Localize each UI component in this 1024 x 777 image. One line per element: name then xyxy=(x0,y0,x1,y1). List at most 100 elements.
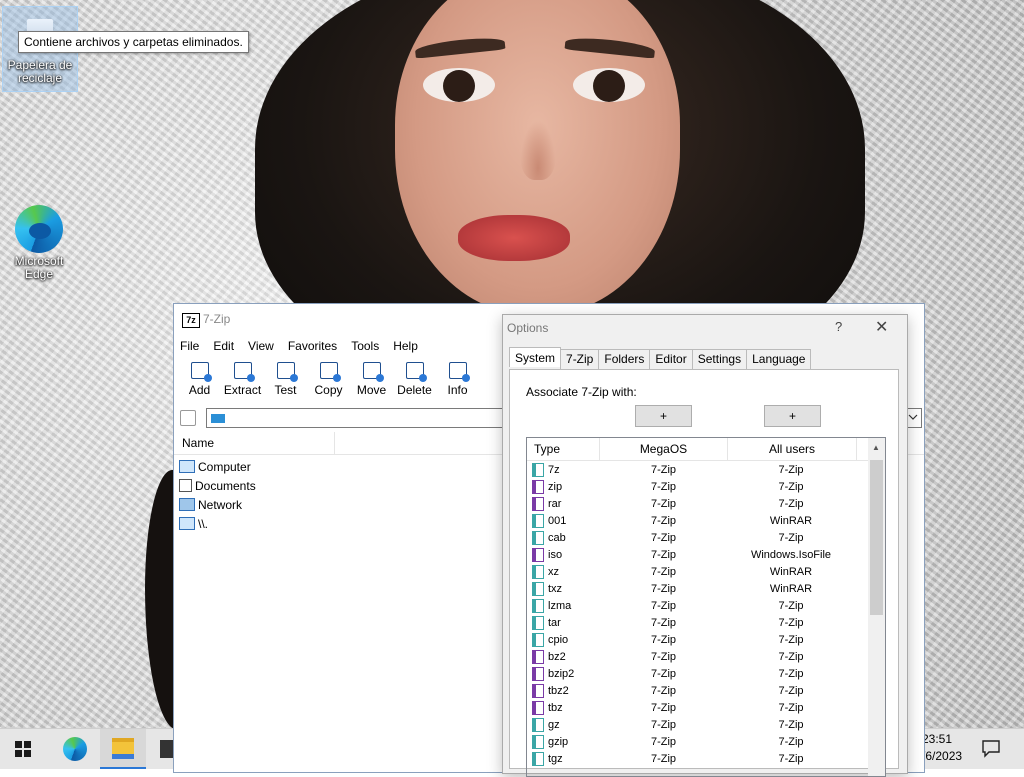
association-row[interactable]: gzip 7-Zip 7-Zip xyxy=(527,733,885,750)
add-button[interactable]: Add xyxy=(178,360,221,404)
association-row[interactable]: bz2 7-Zip 7-Zip xyxy=(527,648,885,665)
archive-file-icon xyxy=(532,581,544,596)
archive-file-icon xyxy=(532,547,544,562)
cell-all-users: 7-Zip xyxy=(778,667,804,680)
associate-all-users-button[interactable]: + xyxy=(764,405,821,427)
add-icon xyxy=(190,362,212,382)
association-row[interactable]: zip 7-Zip 7-Zip xyxy=(527,478,885,495)
header-all-users[interactable]: All users xyxy=(728,438,857,460)
association-row[interactable]: cpio 7-Zip 7-Zip xyxy=(527,631,885,648)
tab-system[interactable]: System xyxy=(509,347,562,367)
info-button[interactable]: Info xyxy=(436,360,479,404)
association-row[interactable]: tar 7-Zip 7-Zip xyxy=(527,614,885,631)
association-row[interactable]: rar 7-Zip 7-Zip xyxy=(527,495,885,512)
archive-file-icon xyxy=(532,632,544,647)
taskbar-edge-button[interactable] xyxy=(52,729,98,769)
menu-favorites[interactable]: Favorites xyxy=(281,336,344,356)
wallpaper-face xyxy=(395,0,680,315)
cell-all-users: 7-Zip xyxy=(778,616,804,629)
info-icon xyxy=(448,362,470,382)
tab-settings[interactable]: Settings xyxy=(691,349,748,369)
association-row[interactable]: gz 7-Zip 7-Zip xyxy=(527,716,885,733)
cell-all-users: 7-Zip xyxy=(778,497,804,510)
association-row[interactable]: cab 7-Zip 7-Zip xyxy=(527,529,885,546)
archive-file-icon xyxy=(532,666,544,681)
vertical-scrollbar[interactable]: ▲ xyxy=(868,438,885,776)
computer-small-icon xyxy=(211,414,225,423)
help-button[interactable]: ? xyxy=(835,319,842,334)
list-item[interactable]: Documents xyxy=(179,476,256,495)
tab-editor[interactable]: Editor xyxy=(649,349,693,369)
options-tabs: System 7-Zip Folders Editor Settings Lan… xyxy=(509,347,812,369)
cell-type: bz2 xyxy=(527,649,600,664)
tab-folders[interactable]: Folders xyxy=(598,349,651,369)
start-button[interactable] xyxy=(0,729,46,769)
list-item[interactable]: Network xyxy=(179,495,256,514)
cell-type: tgz xyxy=(527,751,600,766)
close-button[interactable]: ✕ xyxy=(875,317,888,337)
taskbar-clock[interactable]: 23:51 /6/2023 xyxy=(922,731,962,765)
list-item[interactable]: Computer xyxy=(179,457,256,476)
type-label: txz xyxy=(548,582,563,595)
association-row[interactable]: iso 7-Zip Windows.IsoFile xyxy=(527,546,885,563)
move-button[interactable]: Move xyxy=(350,360,393,404)
menu-view[interactable]: View xyxy=(241,336,281,356)
list-item[interactable]: \\. xyxy=(179,514,256,533)
test-label: Test xyxy=(274,383,297,397)
menu-file[interactable]: File xyxy=(174,336,206,356)
7zip-logo-icon: 7z xyxy=(182,313,200,328)
header-type[interactable]: Type xyxy=(527,438,600,460)
extract-button[interactable]: Extract xyxy=(221,360,264,404)
notification-button[interactable] xyxy=(980,737,1002,759)
file-list: Computer Documents Network \\. xyxy=(179,457,256,533)
clock-time: 23:51 xyxy=(922,732,953,746)
type-label: iso xyxy=(548,548,563,561)
wallpaper-eye xyxy=(423,68,495,102)
cell-type: tar xyxy=(527,615,600,630)
cell-type: gzip xyxy=(527,734,600,749)
cell-all-users: WinRAR xyxy=(769,582,813,595)
association-list[interactable]: Type MegaOS All users 7z 7-Zip 7-Zip zip 7-Z… xyxy=(526,437,886,777)
menu-edit[interactable]: Edit xyxy=(206,336,241,356)
association-row[interactable]: xz 7-Zip WinRAR xyxy=(527,563,885,580)
association-row[interactable]: tbz 7-Zip 7-Zip xyxy=(527,699,885,716)
cell-all-users: 7-Zip xyxy=(778,531,804,544)
association-row[interactable]: txz 7-Zip WinRAR xyxy=(527,580,885,597)
edge-shortcut[interactable]: Microsoft Edge xyxy=(2,205,76,281)
7zip-menubar: File Edit View Favorites Tools Help xyxy=(174,336,425,356)
type-label: 7z xyxy=(548,463,560,476)
type-label: bzip2 xyxy=(548,667,575,680)
scrollbar-thumb[interactable] xyxy=(870,460,883,615)
computer-icon xyxy=(179,460,195,473)
tab-7zip[interactable]: 7-Zip xyxy=(560,349,600,369)
association-row[interactable]: tgz 7-Zip 7-Zip xyxy=(527,750,885,767)
association-row[interactable]: lzma 7-Zip 7-Zip xyxy=(527,597,885,614)
archive-file-icon xyxy=(532,462,544,477)
wallpaper-iris xyxy=(443,70,475,102)
associate-current-user-button[interactable]: + xyxy=(635,405,692,427)
cell-all-users: WinRAR xyxy=(769,514,813,527)
address-bar[interactable] xyxy=(206,408,506,428)
scroll-up-arrow-icon[interactable]: ▲ xyxy=(872,443,880,452)
cell-megaos: 7-Zip xyxy=(650,480,677,493)
archive-file-icon xyxy=(532,496,544,511)
taskbar-explorer-button[interactable] xyxy=(100,729,146,769)
copy-button[interactable]: Copy xyxy=(307,360,350,404)
delete-button[interactable]: Delete xyxy=(393,360,436,404)
type-label: tbz2 xyxy=(548,684,569,697)
column-name[interactable]: Name xyxy=(182,436,214,450)
association-row[interactable]: tbz2 7-Zip 7-Zip xyxy=(527,682,885,699)
extract-icon xyxy=(233,362,255,382)
association-row[interactable]: bzip2 7-Zip 7-Zip xyxy=(527,665,885,682)
cell-all-users: 7-Zip xyxy=(778,480,804,493)
up-folder-button[interactable] xyxy=(180,410,196,426)
cell-type: tbz2 xyxy=(527,683,600,698)
menu-tools[interactable]: Tools xyxy=(344,336,386,356)
tab-language[interactable]: Language xyxy=(746,349,812,369)
header-megaos[interactable]: MegaOS xyxy=(600,438,728,460)
menu-help[interactable]: Help xyxy=(386,336,425,356)
test-button[interactable]: Test xyxy=(264,360,307,404)
association-row[interactable]: 7z 7-Zip 7-Zip xyxy=(527,461,885,478)
association-row[interactable]: 001 7-Zip WinRAR xyxy=(527,512,885,529)
column-separator[interactable] xyxy=(334,432,335,454)
